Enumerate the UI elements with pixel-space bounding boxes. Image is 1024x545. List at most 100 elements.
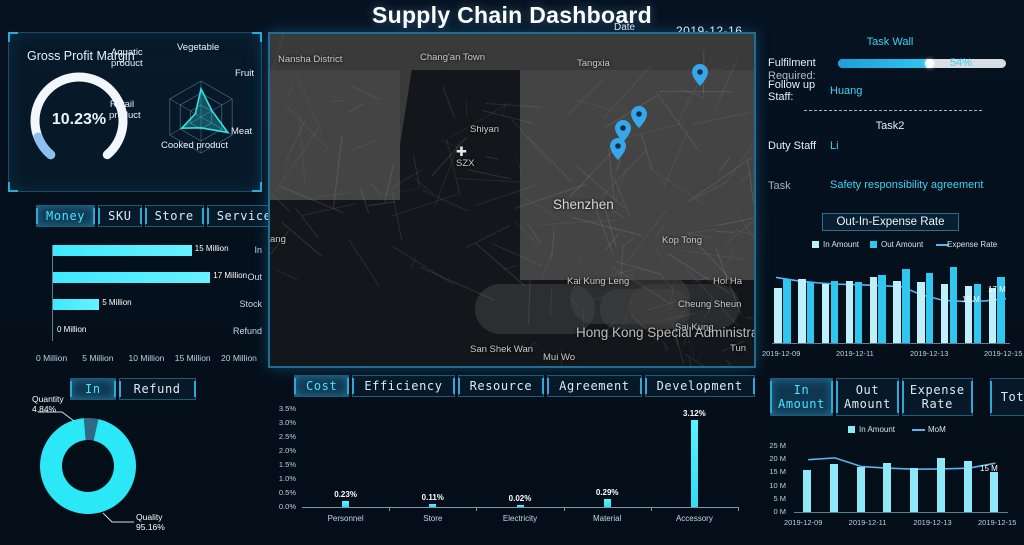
oie-out-bar: [926, 272, 934, 343]
label-text: Quality: [136, 512, 163, 522]
oie-out-bar: [854, 282, 863, 343]
cost-y-tick: 1.0%: [278, 474, 296, 483]
cost-bar: [429, 503, 437, 507]
tab-cost-agreement[interactable]: Agreement: [547, 375, 643, 397]
oie-out-bar: [878, 274, 886, 343]
money-bar: [53, 299, 100, 310]
cost-y-tick: 0.5%: [278, 488, 296, 497]
out-in-expense-chart: 2019-12-09 2019-12-11 2019-12-13 2019-12-15…: [760, 251, 1023, 373]
map-label: Shiyan: [470, 124, 500, 135]
tab-donut-in[interactable]: In: [70, 378, 116, 400]
tab-money-sku[interactable]: SKU: [98, 205, 143, 227]
money-bar-value: 0 Million: [57, 325, 87, 334]
fulfilment-progress-track[interactable]: [838, 59, 1006, 68]
table-row: In 15 Million: [8, 243, 262, 257]
oie-in-bar: [821, 284, 830, 343]
map-pin[interactable]: [631, 106, 647, 128]
followup-staff-value: Huang: [830, 85, 863, 97]
money-bar-chart: In 15 Million Out 17 Million Stock 5 Million R…: [8, 235, 262, 365]
tab-donut-refund[interactable]: Refund: [118, 378, 196, 400]
legend-swatch: [848, 426, 855, 433]
money-tab-bar[interactable]: Money SKU Store Service: [36, 205, 285, 227]
tab-cost-resource[interactable]: Resource: [457, 375, 545, 397]
tab-total[interactable]: Total: [989, 378, 1024, 416]
radar-axis-label: Retail product: [109, 99, 141, 121]
out-in-expense-panel: Out-In-Expense Rate In Amount Out Amount E…: [760, 205, 1023, 373]
cost-axis-tick: [650, 507, 652, 511]
oie-in-bar: [774, 288, 782, 343]
cost-y-tick: 1.5%: [278, 460, 296, 469]
money-x-tick: 5 Million: [82, 353, 114, 363]
tab-label: Expense: [909, 383, 965, 397]
amount-bar: [829, 464, 838, 512]
corner-decoration: [252, 32, 262, 42]
fulfilment-progress-knob[interactable]: [924, 59, 934, 68]
tab-label: Store: [154, 209, 194, 223]
cost-y-tick: 0.0%: [278, 502, 296, 511]
tab-out-amount[interactable]: Out Amount: [835, 378, 899, 416]
cost-axis-line: [302, 507, 738, 508]
radar-axis-label: Meat: [231, 126, 253, 137]
legend-label: MoM: [928, 425, 946, 434]
cost-category-label: Store: [423, 514, 443, 523]
cost-y-tick: 2.5%: [278, 432, 296, 441]
label-value: 4.84%: [32, 404, 57, 414]
oie-out-bar: [830, 280, 839, 343]
cost-y-tick: 3.5%: [278, 404, 296, 413]
tab-label: Refund: [133, 382, 181, 396]
money-bar: [53, 272, 211, 283]
oie-in-bar: [845, 281, 854, 343]
oie-in-bar: [893, 280, 901, 343]
tab-money-store[interactable]: Store: [144, 205, 204, 227]
oie-point-label: 15 M: [962, 295, 980, 304]
money-x-tick: 10 Million: [128, 353, 165, 363]
money-x-tick: 20 Million: [221, 353, 257, 363]
cost-category-label: Electricity: [502, 514, 538, 523]
tab-label: Agreement: [559, 379, 630, 393]
radar-axis-label: Aquatic product: [111, 47, 143, 69]
amount-tab-bar[interactable]: InAmountOutAmountExpenseRate Total: [770, 378, 1024, 416]
logistics-map[interactable]: Nansha District Chang'an Town Tangxia Shiya…: [268, 32, 756, 368]
map-label: Chang'an Town: [420, 52, 486, 63]
tab-label: Cost: [306, 379, 338, 393]
legend-label: In Amount: [823, 240, 860, 249]
tab-money-money[interactable]: Money: [36, 205, 96, 227]
radar-axis-label: Cooked product: [161, 140, 229, 151]
money-panel: Money SKU Store Service In 15 Million Out 17 M…: [8, 205, 282, 370]
donut-tab-bar[interactable]: In Refund: [70, 378, 199, 400]
duty-staff-label: Duty Staff: [768, 140, 817, 152]
cost-axis-tick: [563, 507, 565, 511]
map-label: Hoi Ha: [713, 276, 743, 287]
corner-decoration: [8, 182, 18, 192]
amount-y-tick: 15 M: [769, 467, 786, 477]
tab-cost-efficiency[interactable]: Efficiency: [352, 375, 455, 397]
cost-bar-value: 0.29%: [595, 487, 619, 497]
map-label: Tangxia: [577, 58, 610, 69]
map-label: Kop Tong: [662, 235, 702, 246]
duty-staff-value: Li: [830, 140, 839, 152]
task2-title: Task2: [875, 120, 905, 132]
cost-bar: [342, 500, 350, 507]
cost-tab-bar[interactable]: Cost Efficiency Resource Agreement Developme…: [294, 375, 758, 397]
tab-cost-development[interactable]: Development: [644, 375, 755, 397]
oie-x-tick: 2019-12-15: [984, 349, 1023, 358]
cost-axis-tick: [389, 507, 391, 511]
oie-axis-line: [772, 343, 1010, 344]
map-label-szx: SZX: [456, 158, 475, 169]
map-label: ang: [270, 234, 286, 245]
tab-cost-cost[interactable]: Cost: [294, 375, 350, 397]
fulfilment-progress-fill: [838, 59, 929, 68]
oie-out-bar: [807, 282, 815, 343]
cost-y-tick: 2.0%: [278, 446, 296, 455]
table-row: Stock 5 Million: [8, 297, 262, 311]
tab-in-amount[interactable]: In Amount: [770, 378, 833, 416]
legend-label: In Amount: [859, 425, 896, 434]
radar-axis-label: Fruit: [235, 68, 254, 79]
map-pin[interactable]: [610, 138, 626, 160]
map-pin[interactable]: [692, 64, 708, 86]
tab-expense-rate[interactable]: Expense Rate: [901, 378, 973, 416]
tab-label: Amount: [778, 397, 825, 411]
amount-x-tick: 2019-12-09: [784, 518, 823, 527]
cost-bar: [516, 505, 524, 507]
legend-swatch: [812, 241, 819, 248]
